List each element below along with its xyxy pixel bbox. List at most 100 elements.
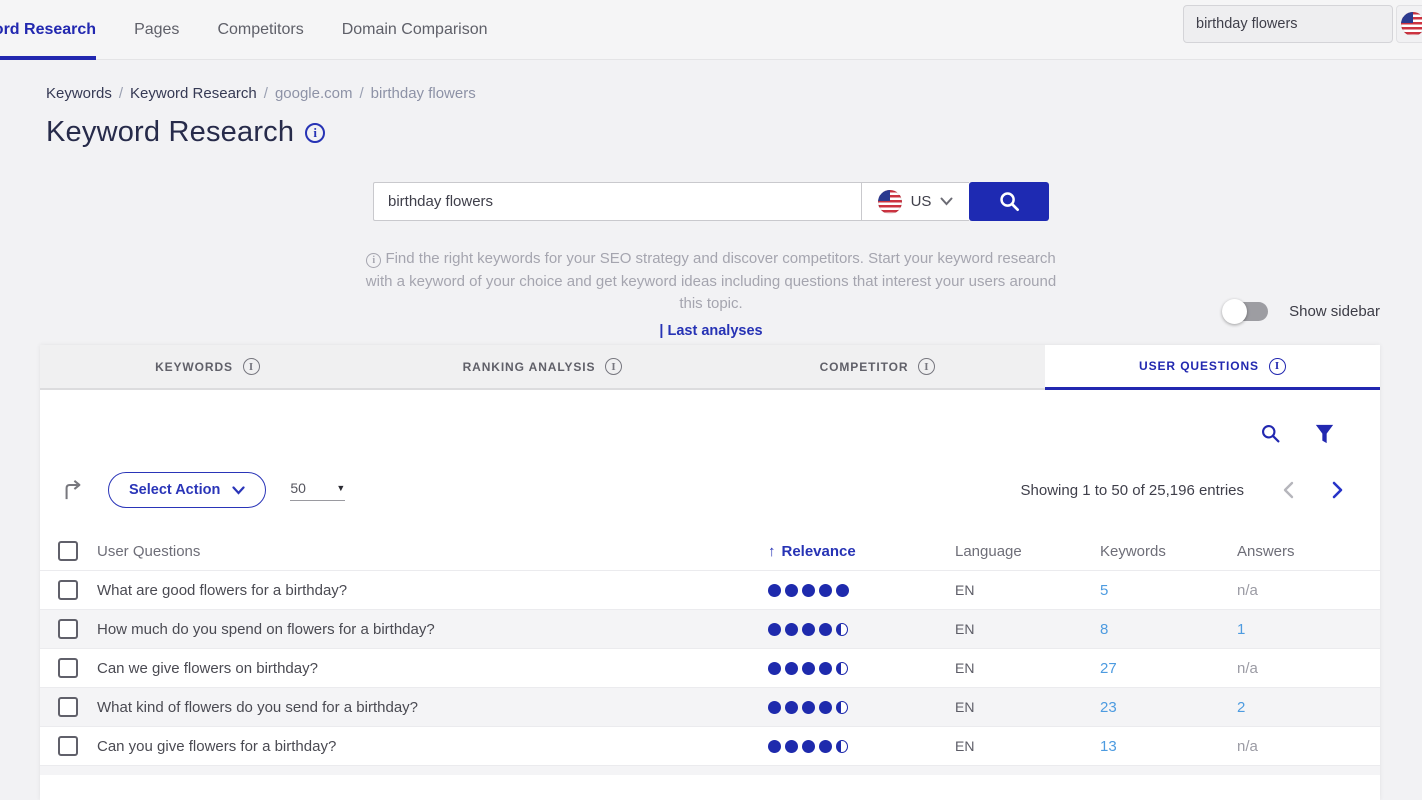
dropdown-arrow-icon: ▼: [336, 483, 345, 493]
table-filter-button[interactable]: [1315, 424, 1334, 444]
tool-description: i Find the right keywords for your SEO s…: [359, 237, 1064, 316]
show-sidebar-toggle[interactable]: [1224, 302, 1268, 321]
select-action-dropdown[interactable]: Select Action: [108, 472, 266, 508]
select-action-label: Select Action: [129, 482, 220, 498]
row-checkbox[interactable]: [58, 580, 78, 600]
topbar-search-input[interactable]: [1183, 5, 1393, 43]
column-header-user-questions[interactable]: User Questions: [97, 543, 768, 560]
tab-label: COMPETITOR: [820, 360, 909, 374]
row-checkbox[interactable]: [58, 736, 78, 756]
user-questions-table: User Questions ↑Relevance Language Keywo…: [40, 532, 1380, 775]
language-cell: EN: [955, 738, 1100, 754]
keywords-count-link[interactable]: 8: [1100, 621, 1237, 638]
us-flag-icon: [1401, 12, 1422, 36]
page-title: Keyword Research: [46, 116, 294, 149]
relevance-dot: [768, 584, 781, 597]
last-analyses-link[interactable]: | Last analyses: [0, 323, 1422, 339]
top-navigation-bar: Keyword Research Pages Competitors Domai…: [0, 0, 1422, 60]
relevance-dot: [768, 740, 781, 753]
relevance-dot: [836, 662, 848, 675]
language-cell: EN: [955, 621, 1100, 637]
info-icon[interactable]: i: [1269, 358, 1286, 375]
info-icon[interactable]: i: [918, 358, 935, 375]
relevance-dot: [768, 623, 781, 636]
keywords-count-link[interactable]: 23: [1100, 699, 1237, 716]
keyword-search-input[interactable]: [373, 182, 861, 221]
relevance-dot: [785, 584, 798, 597]
table-toolbar: Select Action 50 ▼ Showing 1 to 50 of 25…: [40, 472, 1380, 508]
answers-cell[interactable]: 2: [1237, 699, 1380, 716]
column-header-keywords[interactable]: Keywords: [1100, 543, 1237, 560]
relevance-dot: [819, 662, 832, 675]
keywords-count-link[interactable]: 13: [1100, 738, 1237, 755]
question-text: How much do you spend on flowers for a b…: [97, 621, 768, 638]
relevance-dots: [768, 662, 955, 675]
topbar-country-selector[interactable]: [1396, 5, 1422, 43]
relevance-dot: [819, 740, 832, 753]
info-icon[interactable]: i: [605, 358, 622, 375]
breadcrumb-keywords[interactable]: Keywords: [46, 85, 112, 102]
tool-description-text: Find the right keywords for your SEO str…: [366, 250, 1056, 312]
nav-item-keyword-research[interactable]: Keyword Research: [0, 0, 96, 59]
row-checkbox[interactable]: [58, 619, 78, 639]
show-sidebar-label: Show sidebar: [1289, 303, 1380, 320]
question-text: What kind of flowers do you send for a b…: [97, 699, 768, 716]
relevance-dots: [768, 623, 955, 636]
language-cell: EN: [955, 699, 1100, 715]
answers-cell: n/a: [1237, 582, 1380, 599]
breadcrumb-domain[interactable]: google.com: [275, 85, 353, 102]
breadcrumb-keyword: birthday flowers: [371, 85, 476, 102]
column-header-answers[interactable]: Answers: [1237, 543, 1380, 560]
relevance-dot: [768, 701, 781, 714]
tab-ranking-analysis[interactable]: RANKING ANALYSIS i: [375, 345, 710, 390]
answers-cell: n/a: [1237, 738, 1380, 755]
top-nav: Keyword Research Pages Competitors Domai…: [0, 0, 488, 59]
select-all-checkbox[interactable]: [58, 541, 78, 561]
breadcrumb-keyword-research[interactable]: Keyword Research: [130, 85, 257, 102]
relevance-dot: [819, 584, 832, 597]
relevance-dots: [768, 740, 955, 753]
nav-item-competitors[interactable]: Competitors: [217, 0, 303, 59]
language-cell: EN: [955, 582, 1100, 598]
nav-item-domain-comparison[interactable]: Domain Comparison: [342, 0, 488, 59]
question-text: Can we give flowers on birthday?: [97, 660, 768, 677]
tab-keywords[interactable]: KEYWORDS i: [40, 345, 375, 390]
chevron-down-icon: [232, 486, 245, 495]
table-row: Can you give flowers for a birthday? EN …: [40, 726, 1380, 765]
tab-competitor[interactable]: COMPETITOR i: [710, 345, 1045, 390]
column-header-relevance[interactable]: ↑Relevance: [768, 543, 955, 560]
relevance-dot: [819, 623, 832, 636]
previous-page-button[interactable]: [1282, 481, 1294, 499]
relevance-dot: [785, 740, 798, 753]
tab-label: RANKING ANALYSIS: [463, 360, 596, 374]
breadcrumb-separator: /: [119, 85, 123, 102]
table-search-button[interactable]: [1260, 423, 1281, 444]
info-icon[interactable]: i: [243, 358, 260, 375]
keyword-search-button[interactable]: [969, 182, 1049, 221]
export-button[interactable]: [62, 479, 84, 501]
column-header-language[interactable]: Language: [955, 543, 1100, 560]
table-header-row: User Questions ↑Relevance Language Keywo…: [40, 532, 1380, 570]
breadcrumb-separator: /: [264, 85, 268, 102]
filter-funnel-icon: [1315, 424, 1334, 444]
relevance-dot: [836, 701, 848, 714]
keywords-count-link[interactable]: 27: [1100, 660, 1237, 677]
breadcrumb-separator: /: [360, 85, 364, 102]
question-text: Can you give flowers for a birthday?: [97, 738, 768, 755]
answers-cell[interactable]: 1: [1237, 621, 1380, 638]
page-size-dropdown[interactable]: 50 ▼: [290, 480, 345, 501]
breadcrumb: Keywords / Keyword Research / google.com…: [46, 85, 1422, 102]
keywords-count-link[interactable]: 5: [1100, 582, 1237, 599]
row-checkbox[interactable]: [58, 697, 78, 717]
page-title-info-icon[interactable]: i: [305, 123, 325, 143]
tab-label: USER QUESTIONS: [1139, 359, 1259, 373]
sort-ascending-icon: ↑: [768, 543, 776, 560]
relevance-dot: [819, 701, 832, 714]
relevance-dot: [785, 701, 798, 714]
tab-user-questions[interactable]: USER QUESTIONS i: [1045, 345, 1380, 390]
next-page-button[interactable]: [1332, 481, 1344, 499]
relevance-dot: [836, 740, 848, 753]
country-dropdown[interactable]: US: [861, 182, 969, 221]
nav-item-pages[interactable]: Pages: [134, 0, 179, 59]
row-checkbox[interactable]: [58, 658, 78, 678]
